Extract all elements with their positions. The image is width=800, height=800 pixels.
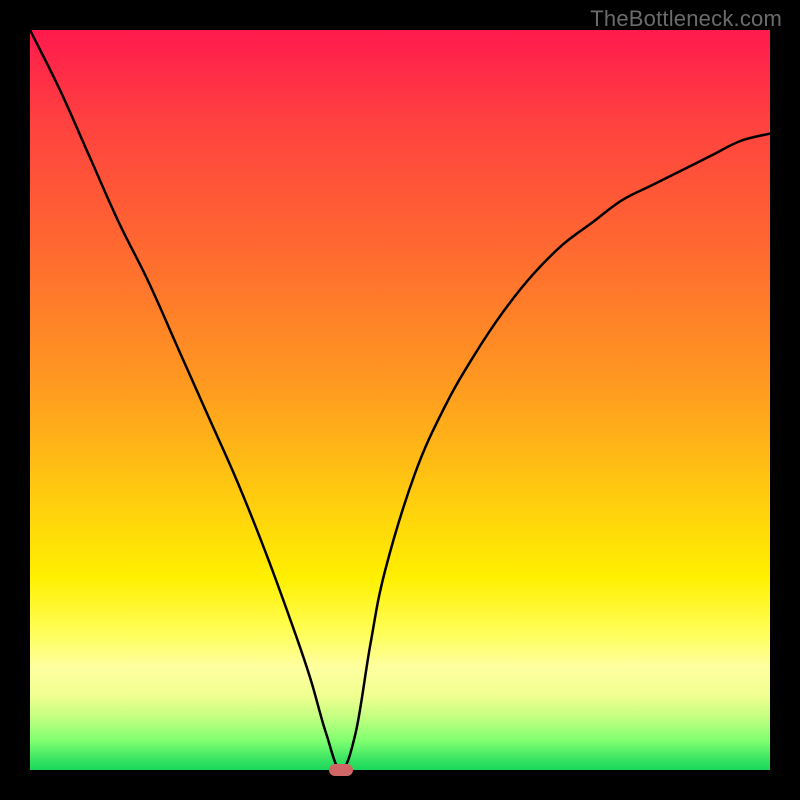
plot-area xyxy=(30,30,770,770)
chart-frame: TheBottleneck.com xyxy=(0,0,800,800)
watermark-text: TheBottleneck.com xyxy=(590,6,782,32)
minimum-marker xyxy=(329,764,353,776)
bottleneck-curve xyxy=(30,30,770,770)
